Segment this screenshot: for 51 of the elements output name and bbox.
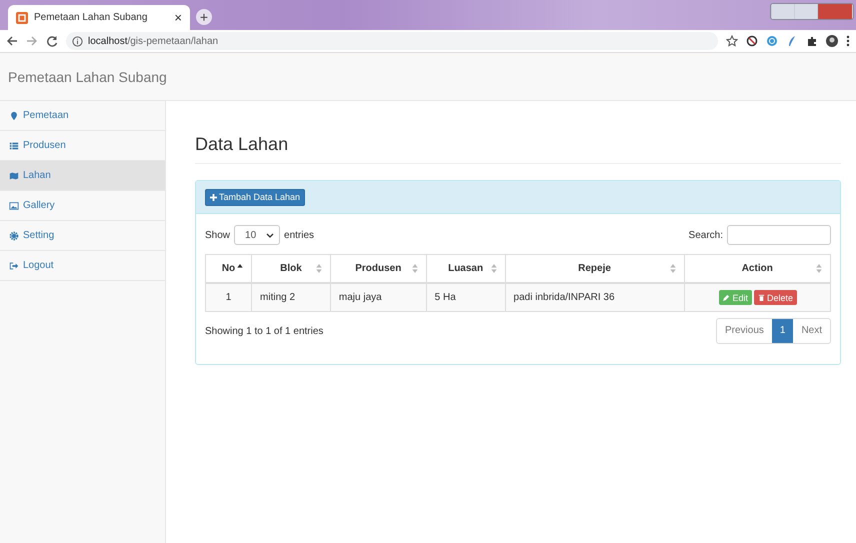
sidebar-item[interactable]: Logout xyxy=(0,251,165,281)
star-icon[interactable] xyxy=(726,35,738,47)
trash-icon xyxy=(758,294,765,301)
back-icon[interactable] xyxy=(6,35,18,47)
pagination-link[interactable]: 1 xyxy=(772,319,794,343)
page-title: Data Lahan xyxy=(195,134,841,164)
pagination-link[interactable]: Next xyxy=(793,319,830,343)
table-cell: miting 2 xyxy=(252,283,330,312)
table-cell: padi inbrida/INPARI 36 xyxy=(505,283,684,312)
show-label: Show xyxy=(205,230,230,240)
feather-icon[interactable] xyxy=(786,35,798,47)
delete-button[interactable]: Delete xyxy=(754,290,798,305)
entries-select[interactable]: 10 xyxy=(234,225,280,245)
favicon-icon xyxy=(16,12,28,24)
sidebar-item[interactable]: Pemetaan xyxy=(0,101,165,131)
brand-link[interactable]: Pemetaan Lahan Subang xyxy=(8,68,167,84)
table-cell: 5 Ha xyxy=(426,283,506,312)
search-label: Search: xyxy=(688,230,723,240)
address-field[interactable]: localhost/gis-pemetaan/lahan xyxy=(66,32,718,50)
extension-icon[interactable] xyxy=(766,35,778,47)
sidebar-item[interactable]: Gallery xyxy=(0,191,165,221)
browser-tab[interactable]: Pemetaan Lahan Subang × xyxy=(8,5,190,30)
settings-icon xyxy=(9,230,19,240)
puzzle-icon[interactable] xyxy=(806,35,818,47)
list-icon xyxy=(9,140,19,150)
tab-close-button[interactable]: × xyxy=(174,10,182,25)
table-cell: maju jaya xyxy=(330,283,426,312)
logout-icon xyxy=(9,260,19,270)
info-icon xyxy=(72,36,83,46)
new-tab-button[interactable]: + xyxy=(196,9,212,25)
map-icon xyxy=(9,170,19,180)
reload-icon[interactable] xyxy=(46,35,58,47)
edit-button[interactable]: Edit xyxy=(719,290,752,305)
map-pin-icon xyxy=(9,110,19,120)
pagination-link[interactable]: Previous xyxy=(716,319,772,343)
plus-icon xyxy=(210,194,217,200)
window-controls-drawing[interactable] xyxy=(770,3,854,20)
table-info: Showing 1 to 1 of 1 entries xyxy=(205,326,324,336)
tab-title: Pemetaan Lahan Subang xyxy=(34,12,148,23)
add-button[interactable]: Tambah Data Lahan xyxy=(205,188,306,206)
search-field[interactable] xyxy=(727,225,831,245)
pencil-icon xyxy=(723,294,730,301)
chevron-down-icon xyxy=(266,232,274,238)
avatar-icon[interactable] xyxy=(826,35,838,47)
block-icon[interactable] xyxy=(746,35,758,47)
table-cell: 1 xyxy=(206,283,252,312)
menu-icon[interactable] xyxy=(846,35,850,47)
sidebar-item[interactable]: Setting xyxy=(0,221,165,251)
sidebar-item[interactable]: Lahan xyxy=(0,161,165,191)
image-icon xyxy=(9,200,19,210)
entries-label: entries xyxy=(284,230,314,240)
